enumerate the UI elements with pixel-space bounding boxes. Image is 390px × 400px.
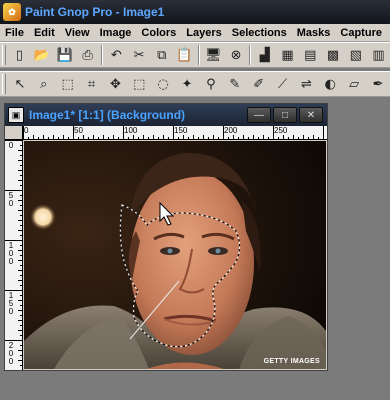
color-bars-icon[interactable]: ▥: [368, 44, 389, 66]
toolbar-separator: [249, 45, 252, 65]
document-title: Image1* [1:1] (Background): [29, 108, 186, 122]
dropper-icon[interactable]: ⚲: [200, 73, 222, 95]
document-icon: ▣: [8, 107, 24, 123]
image-document-window: ▣ Image1* [1:1] (Background) — □ ✕ 0 50 …: [4, 103, 328, 371]
eraser-icon[interactable]: ▱: [343, 73, 365, 95]
ruler-corner: [5, 126, 23, 140]
palette-icon[interactable]: ▩: [323, 44, 344, 66]
document-title-bar[interactable]: ▣ Image1* [1:1] (Background) — □ ✕: [5, 104, 327, 126]
histogram-icon[interactable]: ▟: [254, 44, 275, 66]
app-title: Paint Gnop Pro - Image1: [25, 5, 165, 19]
workspace-background: [328, 103, 390, 372]
save-icon[interactable]: 💾: [54, 44, 75, 66]
scratch-remover-icon[interactable]: ⟋: [272, 73, 294, 95]
open-icon[interactable]: 📂: [32, 44, 53, 66]
undo-icon[interactable]: ↶: [106, 44, 127, 66]
vruler-label: 150: [8, 291, 14, 316]
standard-toolbar: ▯ 📂 💾 ⎙ ↶ ✂ ⧉ 📋 🖥 ⊗ ▟ ▦ ▤ ▩ ▧ ▥: [0, 42, 390, 68]
watermark-text: GETTY IMAGES: [263, 358, 320, 365]
magic-wand-icon[interactable]: ✦: [176, 73, 198, 95]
lasso-icon[interactable]: ◌: [152, 73, 174, 95]
retouch-icon[interactable]: ◐: [319, 73, 341, 95]
app-logo-icon: ✿: [3, 3, 21, 21]
zoom-icon[interactable]: ⌕: [33, 73, 55, 95]
monitor-icon[interactable]: 🖥: [203, 44, 224, 66]
maximize-button[interactable]: □: [273, 107, 297, 123]
menu-view[interactable]: View: [60, 27, 95, 39]
cut-icon[interactable]: ✂: [129, 44, 150, 66]
color-replacer-icon[interactable]: ⇌: [295, 73, 317, 95]
menu-image[interactable]: Image: [95, 27, 137, 39]
clone-icon[interactable]: ✐: [248, 73, 270, 95]
vruler-label: 50: [8, 191, 14, 208]
vruler-label: 0: [8, 141, 14, 150]
hruler-label: 0: [24, 126, 29, 135]
horizontal-ruler: 0 50 100 150 200 250: [23, 126, 327, 140]
hruler-label: 250: [274, 126, 288, 135]
layers-icon[interactable]: ▤: [300, 44, 321, 66]
paste-icon[interactable]: 📋: [174, 44, 195, 66]
hruler-label: 100: [124, 126, 138, 135]
crop-icon[interactable]: ⌗: [81, 73, 103, 95]
grid-icon[interactable]: ▦: [277, 44, 298, 66]
menu-capture[interactable]: Capture: [335, 27, 387, 39]
copy-icon[interactable]: ⧉: [151, 44, 172, 66]
toolbar-grip[interactable]: [2, 74, 6, 94]
tools-toolbar: ↖ ⌕ ⬚ ⌗ ✥ ⬚ ◌ ✦ ⚲ ✎ ✐ ⟋ ⇌ ◐ ▱ ✒: [0, 71, 390, 97]
selection-icon[interactable]: ⬚: [128, 73, 150, 95]
menu-selections[interactable]: Selections: [227, 27, 292, 39]
stop-icon[interactable]: ⊗: [226, 44, 247, 66]
new-icon[interactable]: ▯: [9, 44, 30, 66]
paintbrush-icon[interactable]: ✎: [224, 73, 246, 95]
menu-bar: File Edit View Image Colors Layers Selec…: [0, 24, 390, 42]
hruler-label: 150: [174, 126, 188, 135]
image-canvas[interactable]: GETTY IMAGES: [24, 141, 326, 369]
vruler-label: 200: [8, 341, 14, 366]
hruler-label: 200: [224, 126, 238, 135]
hruler-label: 50: [74, 126, 83, 135]
toolbar-separator: [100, 45, 103, 65]
close-button[interactable]: ✕: [299, 107, 323, 123]
brush-options-icon[interactable]: ▧: [345, 44, 366, 66]
print-icon[interactable]: ⎙: [77, 44, 98, 66]
app-title-bar: ✿ Paint Gnop Pro - Image1: [0, 0, 390, 24]
minimize-button[interactable]: —: [247, 107, 271, 123]
vertical-ruler: 0 50 100 150 200: [5, 140, 23, 370]
background-light: [30, 204, 56, 230]
arrow-icon[interactable]: ↖: [9, 73, 31, 95]
menu-colors[interactable]: Colors: [136, 27, 181, 39]
menu-layers[interactable]: Layers: [181, 27, 226, 39]
vruler-label: 100: [8, 241, 14, 266]
menu-file[interactable]: File: [0, 27, 29, 39]
portrait-photo: [24, 141, 326, 369]
move-icon[interactable]: ✥: [104, 73, 126, 95]
toolbar-grip[interactable]: [2, 45, 6, 65]
menu-masks[interactable]: Masks: [292, 27, 336, 39]
toolbar-separator: [197, 45, 200, 65]
airbrush-icon[interactable]: ✒: [367, 73, 389, 95]
menu-edit[interactable]: Edit: [29, 27, 60, 39]
deform-icon[interactable]: ⬚: [57, 73, 79, 95]
